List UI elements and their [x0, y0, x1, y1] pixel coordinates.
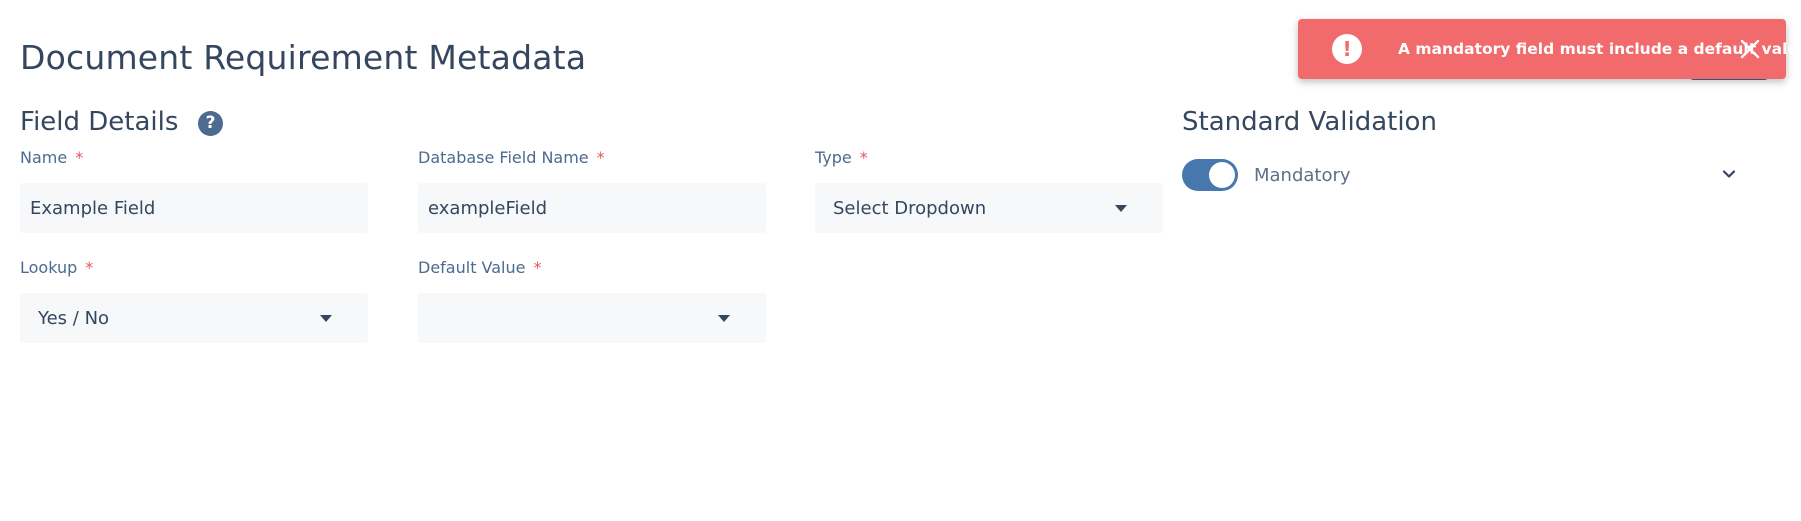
caret-down-icon	[320, 315, 332, 322]
default-value-label-text: Default Value	[418, 258, 526, 277]
default-value-field: Default Value *	[418, 257, 766, 343]
name-input[interactable]: Example Field	[20, 183, 368, 233]
mandatory-toggle[interactable]	[1182, 159, 1238, 191]
default-value-field-label: Default Value *	[418, 257, 766, 279]
lookup-field-label: Lookup *	[20, 257, 368, 279]
required-asterisk: *	[85, 258, 94, 277]
mandatory-row: Mandatory	[1182, 159, 1747, 191]
close-icon[interactable]	[1740, 39, 1760, 59]
database-field-name-label: Database Field Name *	[418, 147, 766, 169]
field-details-heading: Field Details	[20, 107, 179, 137]
exclamation-circle-icon: !	[1332, 34, 1362, 64]
page: Document Requirement Metadata Field Deta…	[0, 0, 1801, 521]
caret-down-icon	[1115, 205, 1127, 212]
database-field-name-field: Database Field Name * exampleField	[418, 147, 766, 233]
name-input-value: Example Field	[30, 197, 156, 219]
required-asterisk: *	[533, 258, 542, 277]
type-select-value: Select Dropdown	[833, 197, 987, 219]
name-field-label: Name *	[20, 147, 368, 169]
name-label-text: Name	[20, 148, 68, 167]
type-field: Type * Select Dropdown	[815, 147, 1163, 233]
required-asterisk: *	[75, 148, 84, 167]
standard-validation-heading: Standard Validation	[1182, 107, 1437, 137]
database-field-name-label-text: Database Field Name	[418, 148, 589, 167]
page-title: Document Requirement Metadata	[20, 38, 587, 77]
chevron-down-icon[interactable]	[1721, 166, 1737, 182]
caret-down-icon	[718, 315, 730, 322]
type-label-text: Type	[815, 148, 852, 167]
name-field: Name * Example Field	[20, 147, 368, 233]
default-value-select[interactable]	[418, 293, 766, 343]
lookup-select-value: Yes / No	[38, 307, 110, 329]
lookup-field: Lookup * Yes / No	[20, 257, 368, 343]
lookup-label-text: Lookup	[20, 258, 78, 277]
required-asterisk: *	[596, 148, 605, 167]
question-circle-icon[interactable]: ?	[198, 111, 223, 136]
mandatory-label: Mandatory	[1254, 164, 1351, 186]
lookup-select[interactable]: Yes / No	[20, 293, 368, 343]
error-toast: ! A mandatory field must include a defau…	[1298, 19, 1801, 79]
required-asterisk: *	[859, 148, 868, 167]
toggle-knob	[1209, 162, 1235, 188]
type-select[interactable]: Select Dropdown	[815, 183, 1163, 233]
database-field-name-input[interactable]: exampleField	[418, 183, 766, 233]
database-field-name-value: exampleField	[428, 197, 548, 219]
type-field-label: Type *	[815, 147, 1163, 169]
